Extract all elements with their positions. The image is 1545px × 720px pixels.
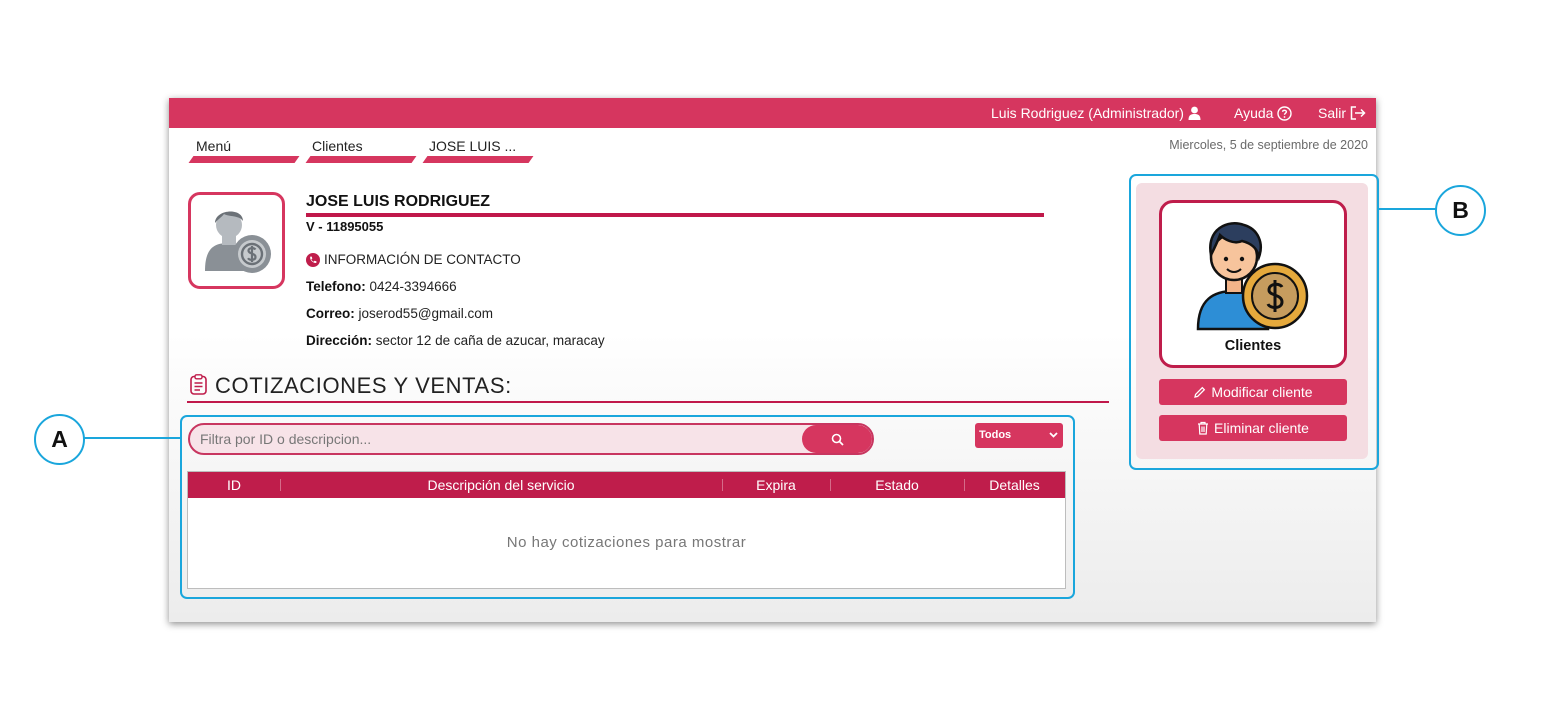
address-value: sector 12 de caña de azucar, maracay [375, 333, 605, 348]
breadcrumb-item-clientes[interactable]: Clientes [312, 138, 363, 154]
client-with-coin-icon [205, 211, 271, 273]
breadcrumb-underline-clientes [305, 156, 417, 163]
current-date: Miercoles, 5 de septiembre de 2020 [1169, 138, 1368, 152]
name-divider [306, 213, 1044, 217]
section-divider [187, 401, 1109, 403]
breadcrumb-underline-client [422, 156, 534, 163]
phone-label: Telefono: [306, 279, 366, 294]
contact-heading: INFORMACIÓN DE CONTACTO [306, 252, 521, 267]
help-label: Ayuda [1234, 105, 1274, 121]
address-label: Dirección: [306, 333, 373, 348]
email-value: joserod55@gmail.com [358, 306, 494, 321]
user-icon [1188, 106, 1201, 120]
callout-marker-b: B [1435, 185, 1486, 236]
phone-row: Telefono: 0424-3394666 [306, 279, 457, 294]
user-name: Luis Rodriguez (Administrador) [991, 105, 1184, 121]
logout-label: Salir [1318, 105, 1347, 121]
breadcrumb-item-client[interactable]: JOSE LUIS ... [429, 138, 516, 154]
top-bar: Luis Rodriguez (Administrador) Ayuda Sal… [169, 98, 1376, 128]
contact-heading-label: INFORMACIÓN DE CONTACTO [324, 252, 521, 267]
callout-box-a [180, 415, 1075, 599]
user-menu[interactable]: Luis Rodriguez (Administrador) [991, 105, 1201, 121]
callout-line-b [1377, 208, 1437, 210]
email-label: Correo: [306, 306, 355, 321]
breadcrumb-underline-menu [188, 156, 300, 163]
question-circle-icon [1277, 105, 1293, 121]
client-name: JOSE LUIS RODRIGUEZ [306, 193, 491, 210]
callout-line-a [83, 437, 182, 439]
client-avatar [188, 192, 285, 289]
address-row: Dirección: sector 12 de caña de azucar, … [306, 333, 605, 348]
clipboard-icon [190, 374, 207, 395]
callout-box-b [1129, 174, 1379, 470]
breadcrumb-item-menu[interactable]: Menú [196, 138, 231, 154]
section-title: COTIZACIONES Y VENTAS: [215, 373, 512, 398]
help-link[interactable]: Ayuda [1234, 105, 1293, 121]
phone-icon [306, 252, 320, 267]
logout-link[interactable]: Salir [1318, 105, 1366, 121]
email-row: Correo: joserod55@gmail.com [306, 306, 493, 321]
callout-marker-a: A [34, 414, 85, 465]
client-document-id: V - 11895055 [306, 219, 384, 234]
phone-value: 0424-3394666 [369, 279, 457, 294]
logout-arrow-icon [1350, 106, 1366, 120]
